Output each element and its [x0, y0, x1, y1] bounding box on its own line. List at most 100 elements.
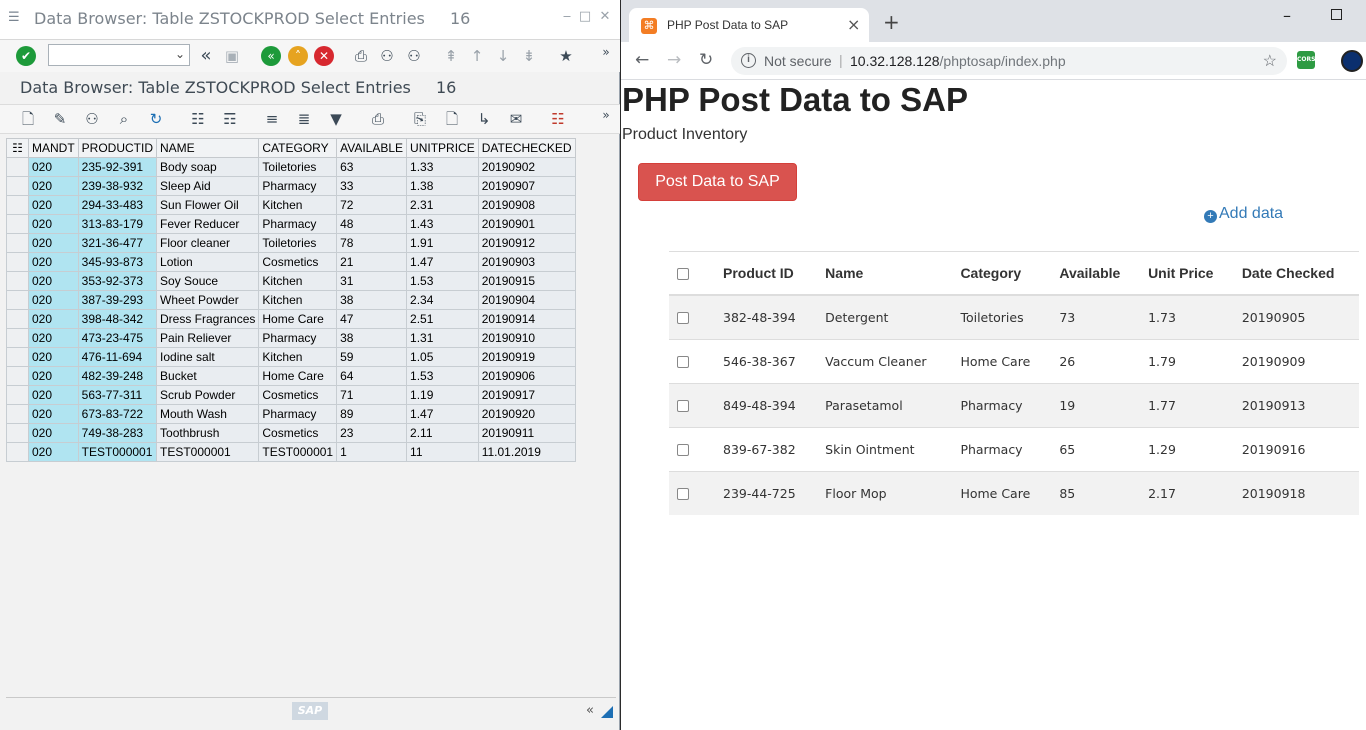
row-selector[interactable]: [6, 385, 29, 405]
table-cell[interactable]: Lotion: [156, 252, 260, 272]
table-cell[interactable]: 1.43: [406, 214, 479, 234]
maximize-icon[interactable]: [1331, 9, 1342, 20]
new-document-icon[interactable]: 🗋: [18, 109, 38, 129]
address-bar[interactable]: i Not secure | 10.32.128.128/phptosap/in…: [731, 47, 1287, 75]
table-row[interactable]: 020 313-83-179 Fever Reducer Pharmacy 48 1.43…: [6, 214, 576, 234]
row-selector[interactable]: [6, 328, 29, 348]
sort-descending-icon[interactable]: ≣: [294, 109, 314, 129]
table-cell[interactable]: Cosmetics: [258, 385, 338, 405]
select-all-icon[interactable]: ☷: [188, 109, 208, 129]
table-cell[interactable]: 63: [336, 157, 408, 177]
table-cell[interactable]: Cosmetics: [258, 252, 338, 272]
filter-icon[interactable]: ▼: [326, 109, 346, 129]
table-cell[interactable]: 387-39-293: [77, 290, 158, 310]
table-cell[interactable]: 33: [336, 176, 408, 196]
table-cell[interactable]: 21: [336, 252, 408, 272]
table-cell[interactable]: Bucket: [156, 366, 260, 386]
table-cell[interactable]: 398-48-342: [77, 309, 158, 329]
table-cell[interactable]: Body soap: [156, 157, 260, 177]
table-cell[interactable]: 71: [336, 385, 408, 405]
table-cell[interactable]: 78: [336, 233, 408, 253]
customize-layout-icon[interactable]: ★: [556, 46, 576, 66]
table-cell[interactable]: 473-23-475: [77, 328, 158, 348]
table-cell[interactable]: 1.47: [406, 404, 479, 424]
row-selector[interactable]: [6, 157, 29, 177]
table-cell[interactable]: 38: [336, 290, 408, 310]
column-header[interactable]: MANDT: [28, 138, 79, 158]
row-selector[interactable]: [6, 252, 29, 272]
table-cell[interactable]: Iodine salt: [156, 347, 260, 367]
command-field[interactable]: ⌄: [48, 44, 190, 66]
tab-close-icon[interactable]: ×: [847, 15, 860, 34]
table-cell[interactable]: 20190902: [477, 157, 576, 177]
table-cell[interactable]: 020: [28, 157, 79, 177]
table-cell[interactable]: 020: [28, 271, 79, 291]
table-cell[interactable]: 020: [28, 195, 79, 215]
table-cell[interactable]: 1.19: [406, 385, 479, 405]
table-row[interactable]: 020 473-23-475 Pain Reliever Pharmacy 38 1.31…: [6, 328, 576, 348]
table-cell[interactable]: 20190903: [477, 252, 576, 272]
save-icon[interactable]: ▣: [222, 46, 242, 66]
deselect-all-icon[interactable]: ☶: [220, 109, 240, 129]
table-cell[interactable]: 353-92-373: [77, 271, 158, 291]
row-selector[interactable]: [6, 290, 29, 310]
table-cell[interactable]: 2.11: [406, 423, 479, 443]
row-checkbox[interactable]: [677, 444, 689, 456]
table-cell[interactable]: 020: [28, 385, 79, 405]
refresh-icon[interactable]: ↻: [146, 109, 166, 129]
table-cell[interactable]: 020: [28, 290, 79, 310]
table-cell[interactable]: Fever Reducer: [156, 214, 260, 234]
table-cell[interactable]: 11: [406, 442, 479, 462]
table-cell[interactable]: 20190912: [477, 233, 576, 253]
table-cell[interactable]: 20190920: [477, 404, 576, 424]
table-cell[interactable]: 2.31: [406, 195, 479, 215]
table-row[interactable]: 020 235-92-391 Body soap Toiletories 63 1.33 2…: [6, 157, 576, 177]
more-chevron-icon[interactable]: »: [596, 105, 616, 125]
table-row[interactable]: 020 239-38-932 Sleep Aid Pharmacy 33 1.38 2019…: [6, 176, 576, 196]
table-cell[interactable]: 20190915: [477, 271, 576, 291]
table-cell[interactable]: 1: [336, 442, 408, 462]
row-selector[interactable]: [6, 366, 29, 386]
double-chevron-left-icon[interactable]: «: [196, 46, 216, 66]
table-cell[interactable]: Floor cleaner: [156, 233, 260, 253]
column-header[interactable]: AVAILABLE: [336, 138, 408, 158]
table-cell[interactable]: Pharmacy: [258, 328, 338, 348]
table-cell[interactable]: 11.01.2019: [477, 442, 576, 462]
table-cell[interactable]: Pharmacy: [258, 404, 338, 424]
row-selector[interactable]: [6, 404, 29, 424]
back-icon[interactable]: «: [261, 46, 281, 66]
table-row[interactable]: 020 476-11-694 Iodine salt Kitchen 59 1.05 201…: [6, 347, 576, 367]
table-cell[interactable]: 239-38-932: [77, 176, 158, 196]
table-cell[interactable]: 47: [336, 309, 408, 329]
table-row[interactable]: 020 749-38-283 Toothbrush Cosmetics 23 2.11 20…: [6, 423, 576, 443]
table-cell[interactable]: 1.53: [406, 271, 479, 291]
table-cell[interactable]: 673-83-722: [77, 404, 158, 424]
local-file-icon[interactable]: ↳: [474, 109, 494, 129]
table-cell[interactable]: 1.33: [406, 157, 479, 177]
last-page-icon[interactable]: ⇟: [519, 46, 539, 66]
table-cell[interactable]: 48: [336, 214, 408, 234]
table-cell[interactable]: 1.38: [406, 176, 479, 196]
row-selector[interactable]: [6, 195, 29, 215]
column-header[interactable]: NAME: [156, 138, 260, 158]
minimize-icon[interactable]: –: [1283, 6, 1291, 25]
table-cell[interactable]: 020: [28, 328, 79, 348]
new-tab-icon[interactable]: +: [883, 12, 900, 32]
table-cell[interactable]: Sun Flower Oil: [156, 195, 260, 215]
table-cell[interactable]: Scrub Powder: [156, 385, 260, 405]
table-cell[interactable]: 294-33-483: [77, 195, 158, 215]
table-cell[interactable]: 20190904: [477, 290, 576, 310]
table-cell[interactable]: Toiletories: [258, 157, 338, 177]
table-cell[interactable]: 72: [336, 195, 408, 215]
table-cell[interactable]: 59: [336, 347, 408, 367]
table-cell[interactable]: 20190911: [477, 423, 576, 443]
table-cell[interactable]: 476-11-694: [77, 347, 158, 367]
table-cell[interactable]: Wheet Powder: [156, 290, 260, 310]
post-data-button[interactable]: Post Data to SAP: [638, 163, 797, 201]
row-selector[interactable]: [6, 214, 29, 234]
select-all-cell[interactable]: ☷: [6, 138, 29, 158]
table-cell[interactable]: 20190906: [477, 366, 576, 386]
table-cell[interactable]: Mouth Wash: [156, 404, 260, 424]
table-cell[interactable]: 64: [336, 366, 408, 386]
first-page-icon[interactable]: ⇞: [441, 46, 461, 66]
